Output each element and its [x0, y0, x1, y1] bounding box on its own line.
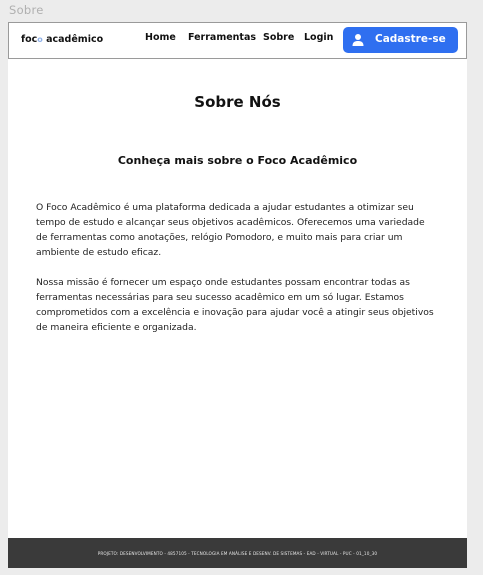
- nav-tools-link[interactable]: Ferramentas: [188, 32, 256, 43]
- frame-label: Sobre: [9, 3, 44, 17]
- page: foco acadêmico Home Ferramentas Sobre Lo…: [8, 22, 467, 568]
- logo-prefix: foc: [21, 34, 38, 45]
- logo-suffix: acadêmico: [42, 34, 104, 45]
- nav-home-link[interactable]: Home: [145, 32, 176, 43]
- nav-about-link[interactable]: Sobre: [263, 32, 294, 43]
- navbar: foco acadêmico Home Ferramentas Sobre Lo…: [8, 22, 467, 59]
- footer: PROJETO: DESENVOLVIMENTO - 4857105 - TEC…: [8, 538, 467, 568]
- signup-label: Cadastre-se: [375, 33, 446, 45]
- page-title: Sobre Nós: [194, 93, 281, 111]
- footer-text: PROJETO: DESENVOLVIMENTO - 4857105 - TEC…: [97, 550, 378, 556]
- page-subtitle: Conheça mais sobre o Foco Acadêmico: [117, 154, 358, 167]
- user-icon: [352, 34, 364, 46]
- about-paragraph-1: O Foco Acadêmico é uma plataforma dedica…: [36, 202, 425, 258]
- about-paragraph-2: Nossa missão é fornecer um espaço onde e…: [36, 277, 434, 333]
- nav-login-link[interactable]: Login: [304, 32, 333, 43]
- signup-button[interactable]: Cadastre-se: [343, 27, 458, 53]
- logo[interactable]: foco acadêmico: [21, 34, 103, 45]
